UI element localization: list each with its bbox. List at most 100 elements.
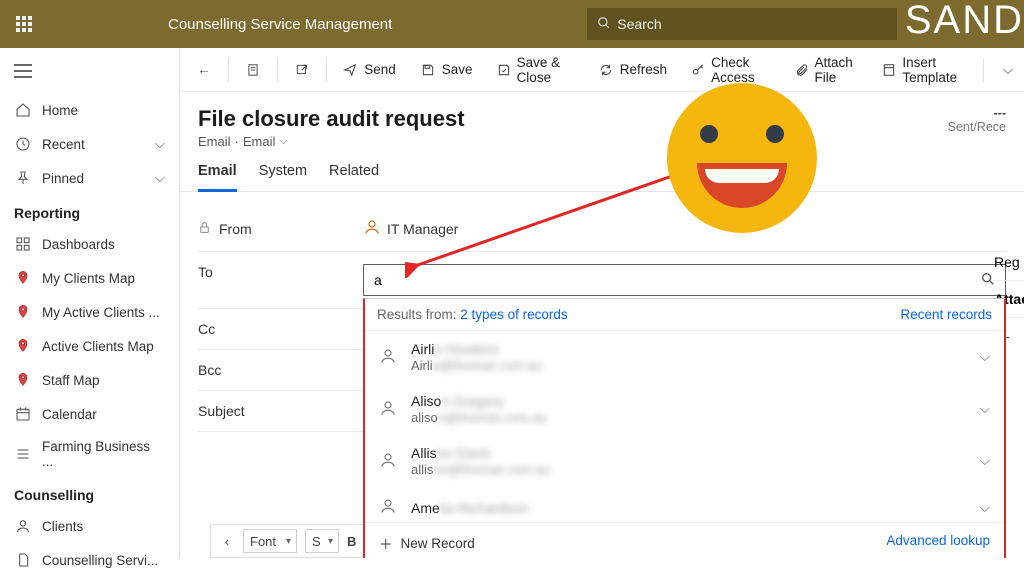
tab-email[interactable]: Email [198, 163, 237, 192]
chevron-down-icon: ⌵ [1000, 62, 1016, 78]
dashboard-icon [14, 235, 32, 253]
sidebar-item-label: Active Clients Map [42, 339, 154, 354]
plus-icon: ＋ [379, 533, 393, 553]
refresh-button[interactable]: Refresh [590, 56, 675, 84]
template-icon [882, 62, 896, 78]
document-icon [14, 551, 32, 569]
to-value: a [374, 272, 382, 288]
from-label: From [219, 221, 252, 237]
arrow-left-icon: ← [196, 62, 212, 78]
overflow-button[interactable]: ⌵ [992, 56, 1024, 84]
map-pin-icon [14, 269, 32, 287]
key-icon [691, 62, 705, 78]
sidebar-item-counselling-service[interactable]: Counselling Servi... [0, 543, 179, 577]
sidebar-toggle[interactable] [0, 54, 179, 93]
save-close-button[interactable]: Save & Close [489, 49, 582, 91]
advanced-lookup-link[interactable]: Advanced lookup [886, 533, 990, 553]
home-icon [14, 101, 32, 119]
save-icon [420, 62, 436, 78]
sidebar-item-clients[interactable]: Clients [0, 509, 179, 543]
person-icon [379, 497, 397, 518]
sidebar-section-reporting: Reporting [0, 195, 179, 227]
sidebar-item-recent[interactable]: Recent ⌵ [0, 127, 179, 161]
save-close-icon [497, 62, 511, 78]
sidebar-item-my-clients-map[interactable]: My Clients Map [0, 261, 179, 295]
sidebar-item-my-active-clients[interactable]: My Active Clients ... [0, 295, 179, 329]
popout-button[interactable] [286, 56, 318, 84]
status-value: --- [948, 106, 1006, 120]
sidebar-item-label: Counselling Servi... [42, 553, 158, 568]
main-content: ← Send Save Save & Close Refresh Check A… [180, 48, 1024, 558]
map-pin-icon [14, 337, 32, 355]
chevron-down-icon[interactable]: ⌵ [980, 453, 990, 469]
sidebar-item-staff-map[interactable]: Staff Map [0, 363, 179, 397]
lookup-row[interactable]: Allison Davis allison@thomas.com.au ⌵ [365, 435, 1004, 487]
size-dropdown[interactable]: S▾ [305, 529, 339, 553]
chevron-left-icon[interactable]: ‹ [219, 533, 235, 549]
to-input[interactable]: a [363, 264, 1006, 296]
chevron-down-icon[interactable]: ⌵ [980, 349, 990, 365]
form-label: Email [243, 134, 276, 149]
sidebar-item-active-clients-map[interactable]: Active Clients Map [0, 329, 179, 363]
map-pin-icon [14, 303, 32, 321]
bcc-label: Bcc [198, 362, 221, 378]
chevron-down-icon[interactable]: ⌵ [279, 135, 287, 148]
lookup-row[interactable]: Airlie Howkins Airlie@thomas.com.au ⌵ [365, 331, 1004, 383]
paperclip-icon [795, 62, 809, 78]
chevron-down-icon[interactable]: ⌵ [980, 500, 990, 516]
sidebar-item-calendar[interactable]: Calendar [0, 397, 179, 431]
person-icon [379, 399, 397, 420]
sidebar-item-label: Dashboards [42, 237, 115, 252]
lookup-row[interactable]: Alison Gregory alison@thomas.com.au ⌵ [365, 383, 1004, 435]
lookup-results: Results from: 2 types of records Recent … [363, 298, 1006, 558]
sidebar-item-farming-business[interactable]: Farming Business ... [0, 431, 179, 477]
subject-label: Subject [198, 403, 245, 419]
sidebar-item-pinned[interactable]: Pinned ⌵ [0, 161, 179, 195]
global-search[interactable]: Search [587, 8, 897, 40]
chevron-down-icon: ⌵ [155, 170, 165, 186]
record-title: File closure audit request [198, 106, 465, 132]
sidebar-item-label: Recent [42, 137, 85, 152]
send-button[interactable]: Send [334, 56, 404, 84]
entity-label: Email [198, 134, 231, 149]
new-record-button[interactable]: ＋ New Record [379, 533, 475, 553]
recent-records-link[interactable]: Recent records [900, 307, 992, 322]
sidebar-item-home[interactable]: Home [0, 93, 179, 127]
regarding-section: Reg [994, 244, 1024, 281]
show-as-button[interactable] [237, 56, 269, 84]
person-icon [14, 517, 32, 535]
pin-icon [14, 169, 32, 187]
to-label: To [198, 264, 213, 280]
lookup-row[interactable]: Amelia Richardson ⌵ [365, 487, 1004, 522]
annotation-smile-emoji [667, 83, 817, 233]
back-button[interactable]: ← [188, 56, 220, 84]
status-label: Sent/Rece [948, 120, 1006, 134]
map-pin-icon [14, 371, 32, 389]
insert-template-button[interactable]: Insert Template [874, 49, 975, 91]
sidebar-item-label: Pinned [42, 171, 84, 186]
bold-button[interactable]: B [347, 534, 356, 549]
attach-file-button[interactable]: Attach File [787, 49, 867, 91]
record-types-link[interactable]: 2 types of records [460, 307, 567, 322]
sidebar-item-dashboards[interactable]: Dashboards [0, 227, 179, 261]
person-icon [363, 218, 381, 239]
document-icon [245, 62, 261, 78]
clock-icon [14, 135, 32, 153]
tab-system[interactable]: System [259, 163, 307, 191]
chevron-down-icon[interactable]: ⌵ [980, 401, 990, 417]
app-launcher-waffle[interactable] [0, 0, 48, 48]
font-dropdown[interactable]: Font▾ [243, 529, 297, 553]
sidebar-item-label: My Clients Map [42, 271, 135, 286]
sidebar-item-label: Staff Map [42, 373, 100, 388]
tab-related[interactable]: Related [329, 163, 379, 191]
from-value[interactable]: IT Manager [363, 218, 458, 239]
cc-label: Cc [198, 321, 215, 337]
search-icon [597, 16, 611, 33]
app-title: Counselling Service Management [48, 16, 392, 33]
save-button[interactable]: Save [412, 56, 481, 84]
person-icon [379, 347, 397, 368]
results-from-label: Results from: [377, 307, 457, 322]
sidebar-item-label: Home [42, 103, 78, 118]
list-icon [14, 445, 32, 463]
sidebar-item-label: Farming Business ... [42, 439, 165, 469]
